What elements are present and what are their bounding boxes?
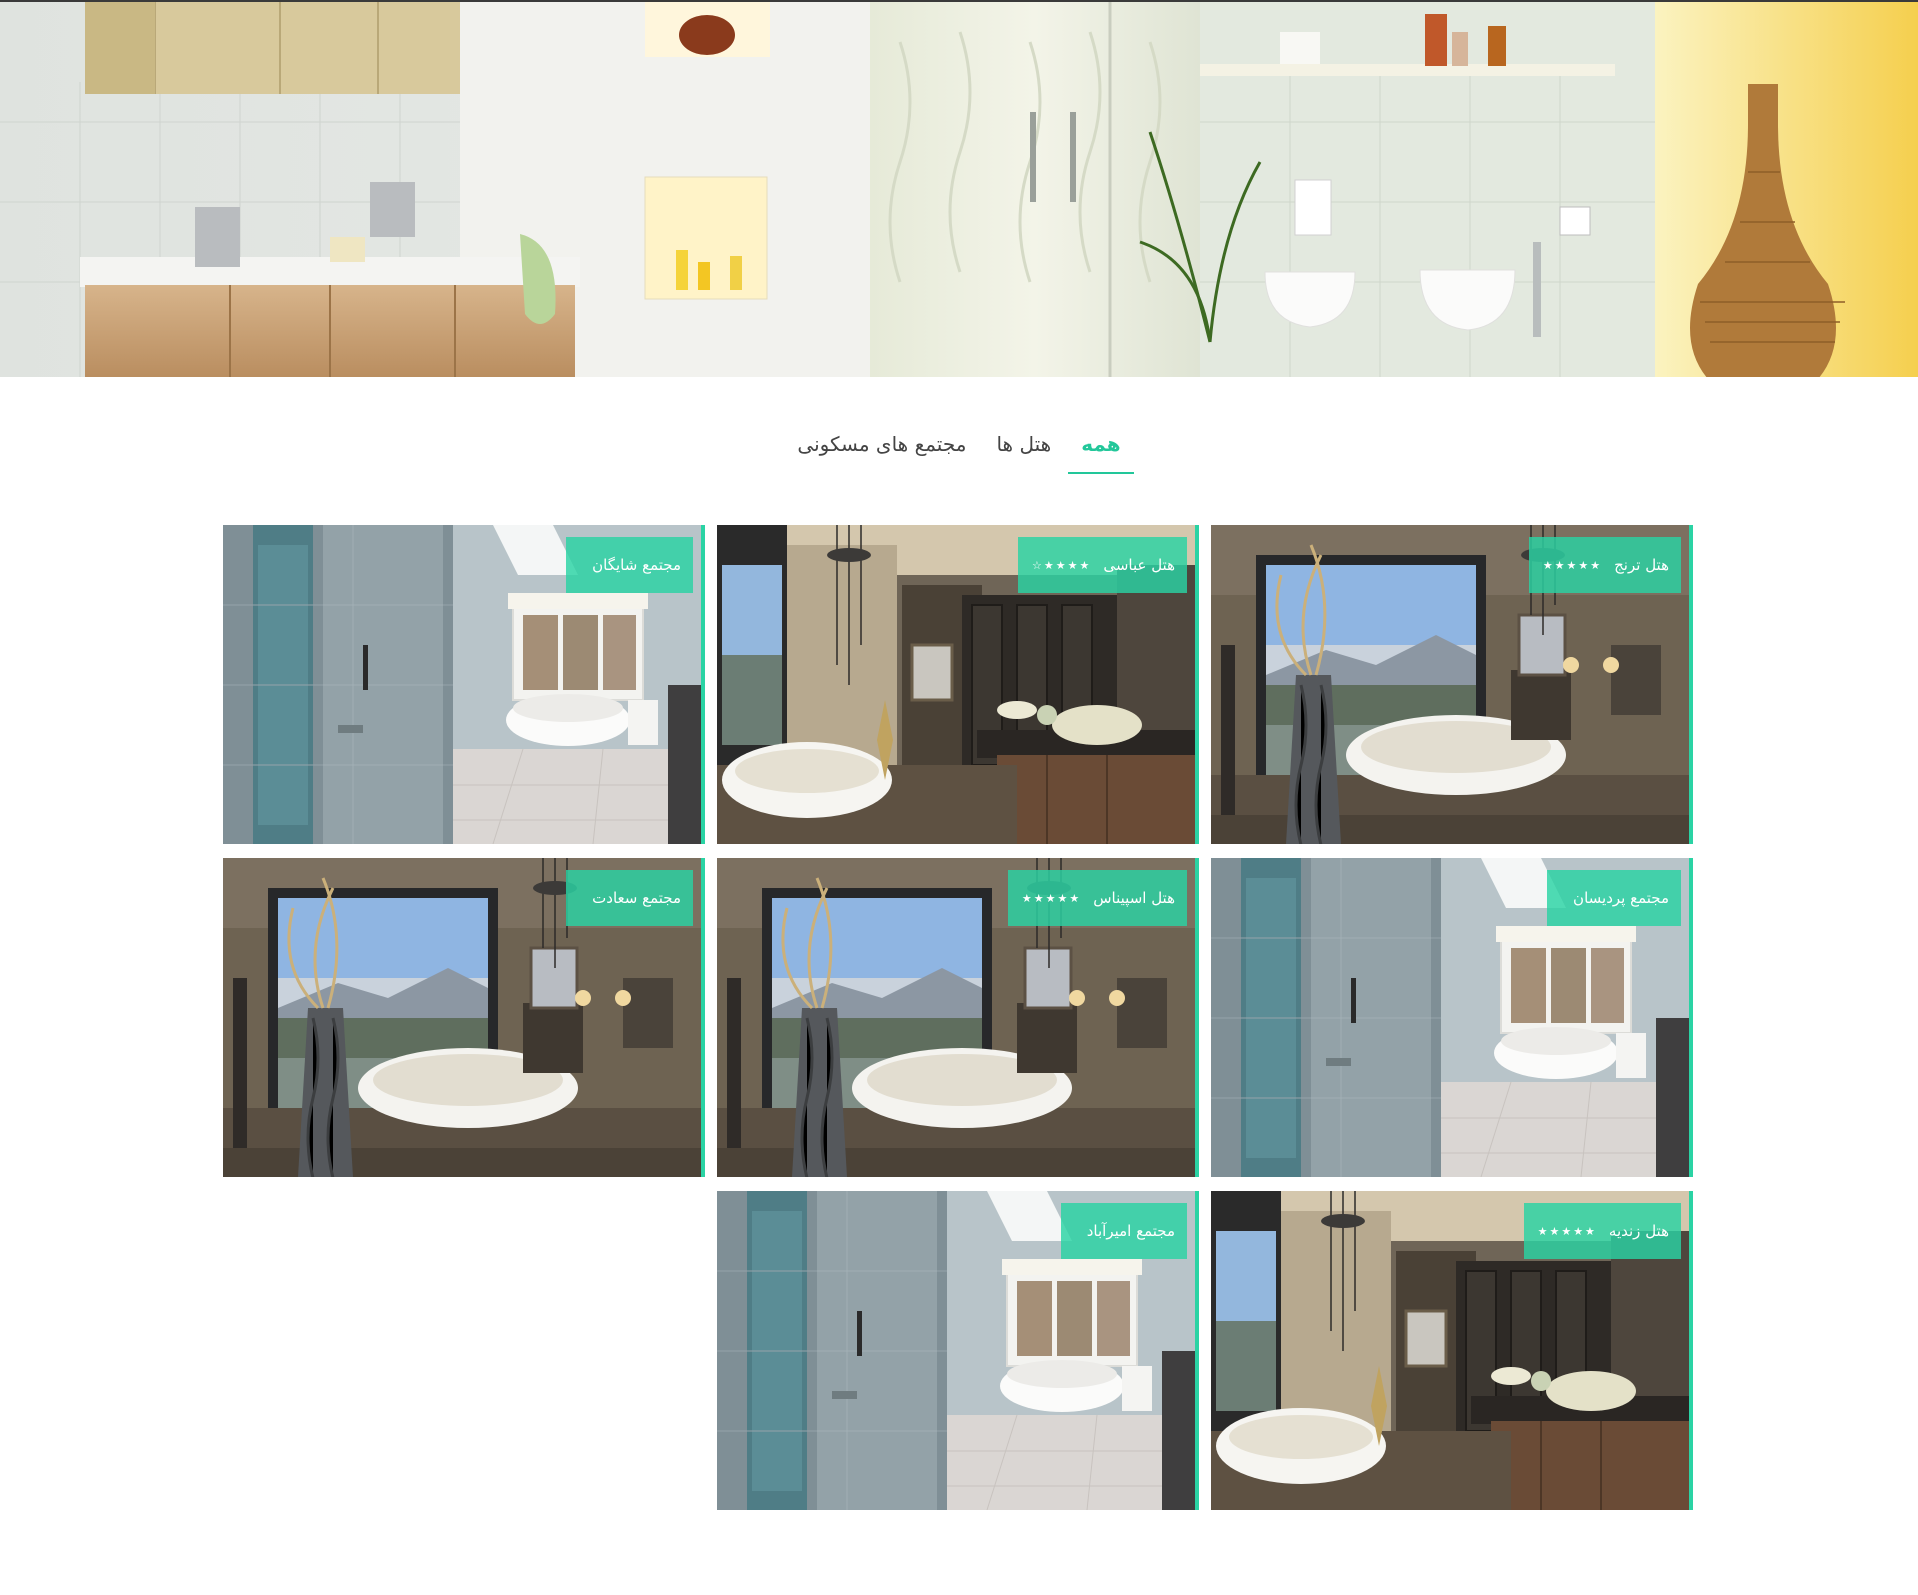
card-title: هتل اسپیناس — [1093, 889, 1175, 907]
portfolio-card[interactable]: مجتمع سعادت — [223, 858, 705, 1177]
card-title: هتل عباسی — [1103, 556, 1175, 574]
star-rating: ★★★★★ — [1021, 891, 1082, 905]
portfolio-card[interactable]: هتل ترنج ★★★★★ — [1211, 525, 1693, 844]
card-badge: هتل ترنج ★★★★★ — [1528, 537, 1681, 593]
star-rating: ★★★★★ — [1537, 1224, 1597, 1238]
portfolio-card[interactable]: هتل اسپیناس ★★★★★ — [717, 858, 1199, 1177]
card-badge: هتل عباسی ★★★★☆ — [1018, 537, 1187, 593]
card-badge: مجتمع شایگان — [566, 537, 693, 593]
star-rating: ★★★★★ — [1542, 558, 1603, 572]
card-badge: هتل اسپیناس ★★★★★ — [1007, 870, 1187, 926]
filter-tabs: همه هتل ها مجتمع های مسکونی — [0, 428, 1918, 484]
card-title: مجتمع امیرآباد — [1086, 1222, 1175, 1240]
tab-hotels[interactable]: هتل ها — [983, 428, 1064, 476]
card-badge: مجتمع پردیسان — [1547, 870, 1681, 926]
hero-bathroom-image — [0, 2, 1918, 377]
card-title: مجتمع شایگان — [592, 556, 681, 574]
page: همه هتل ها مجتمع های مسکونی هتل ترنج ★★★… — [0, 0, 1918, 1595]
card-title: هتل زندیه — [1608, 1222, 1669, 1240]
tab-all[interactable]: همه — [1068, 428, 1135, 476]
card-title: مجتمع پردیسان — [1573, 889, 1669, 907]
card-title: هتل ترنج — [1614, 556, 1669, 574]
portfolio-card[interactable]: مجتمع پردیسان — [1211, 858, 1693, 1177]
portfolio-card[interactable]: هتل عباسی ★★★★☆ — [717, 525, 1199, 844]
star-rating: ★★★★☆ — [1032, 558, 1092, 572]
card-title: مجتمع سعادت — [592, 889, 681, 907]
card-badge: مجتمع امیرآباد — [1060, 1203, 1187, 1259]
portfolio-card[interactable]: مجتمع شایگان — [223, 525, 705, 844]
portfolio-card[interactable]: مجتمع امیرآباد — [717, 1191, 1199, 1510]
portfolio-grid: هتل ترنج ★★★★★ هتل عباسی ★★★★☆ مجتمع شای… — [223, 525, 1697, 1510]
portfolio-card[interactable]: هتل زندیه ★★★★★ — [1211, 1191, 1693, 1510]
hero-banner — [0, 0, 1918, 377]
tab-residential-complexes[interactable]: مجتمع های مسکونی — [784, 428, 979, 476]
card-badge: هتل زندیه ★★★★★ — [1523, 1203, 1681, 1259]
card-badge: مجتمع سعادت — [566, 870, 693, 926]
